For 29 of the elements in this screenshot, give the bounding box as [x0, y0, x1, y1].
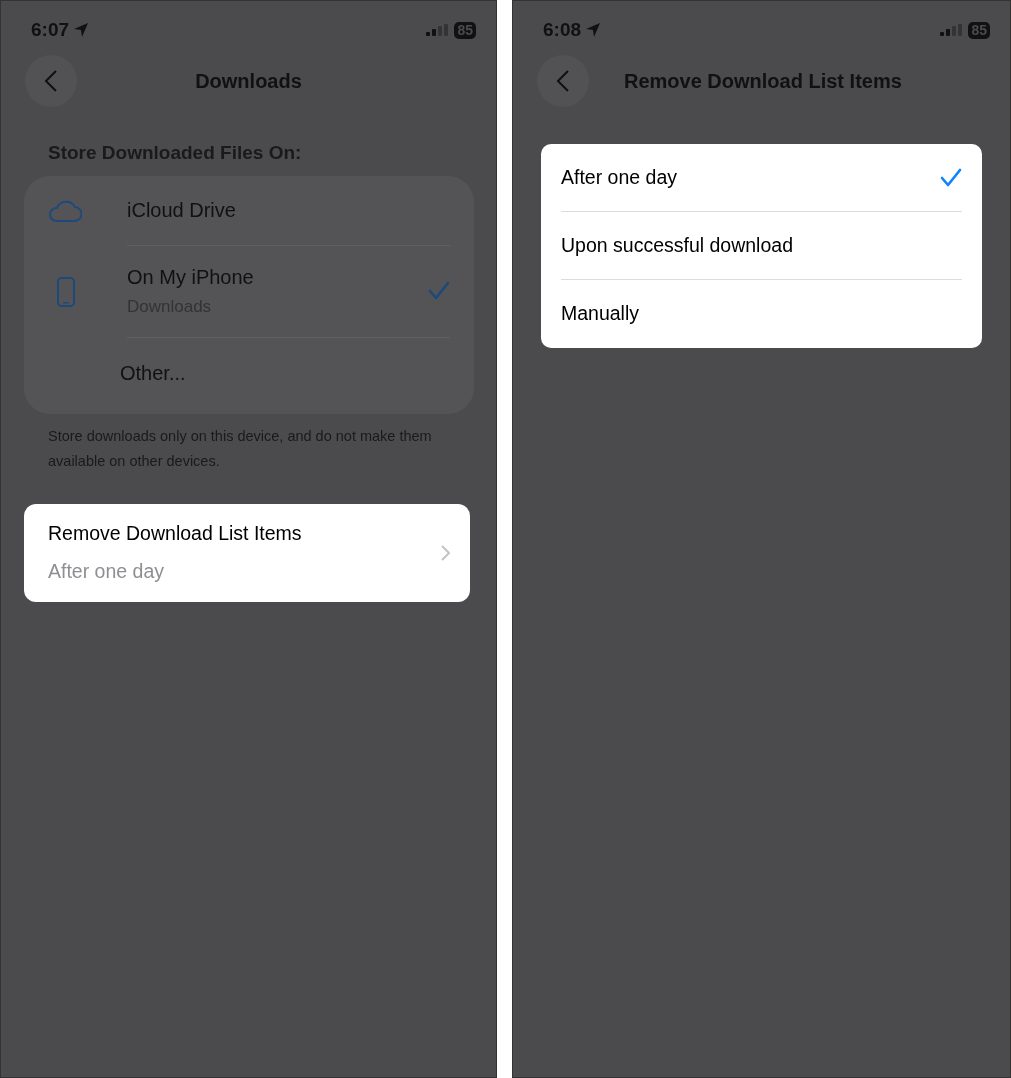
phone-icon — [57, 276, 75, 307]
chevron-right-icon — [441, 544, 450, 561]
location-arrow-icon — [73, 22, 90, 38]
back-button[interactable] — [537, 55, 589, 107]
option-label: Upon successful download — [561, 232, 793, 258]
option-row[interactable]: Upon successful download — [561, 212, 962, 280]
signal-icon — [940, 24, 963, 36]
status-time: 6:08 — [543, 17, 582, 42]
battery-level: 85 — [454, 21, 476, 39]
signal-icon — [426, 24, 449, 36]
chevron-left-icon — [45, 70, 57, 92]
location-label: iCloud Drive — [127, 198, 237, 223]
nav-title: Remove Download List Items — [624, 69, 902, 94]
location-label: Other... — [120, 360, 187, 386]
cloud-icon — [48, 199, 82, 222]
setting-label: Remove Download List Items — [48, 520, 303, 546]
option-label: After one day — [561, 164, 677, 190]
option-row[interactable]: Manually — [561, 280, 962, 348]
location-arrow-icon — [585, 22, 602, 38]
chevron-left-icon — [557, 70, 569, 92]
option-row[interactable]: After one day — [561, 144, 962, 212]
location-label: On My iPhone — [127, 265, 255, 291]
remove-items-setting[interactable]: Remove Download List Items After one day — [24, 503, 470, 602]
status-time: 6:07 — [31, 17, 70, 42]
back-button[interactable] — [25, 55, 77, 107]
nav-title: Downloads — [195, 69, 302, 94]
setting-value: After one day — [48, 559, 165, 584]
battery-level: 85 — [968, 21, 990, 39]
option-label: Manually — [561, 301, 640, 327]
